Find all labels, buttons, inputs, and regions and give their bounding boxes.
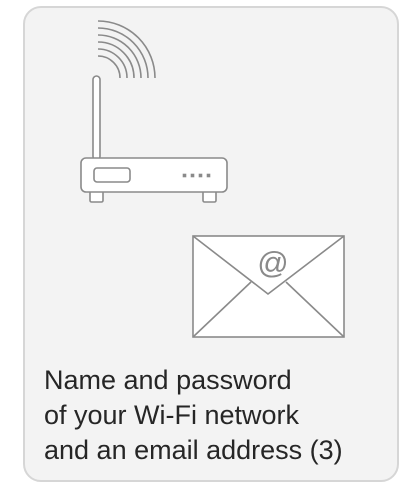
router-icon	[80, 75, 228, 203]
illustration: @	[80, 20, 345, 338]
caption-line-2: of your Wi-Fi network	[44, 400, 300, 430]
at-symbol: @	[257, 245, 288, 280]
wifi-signal-icon	[97, 20, 156, 79]
caption-line-3: and an email address (3)	[44, 435, 343, 465]
caption-text: Name and password of your Wi-Fi network …	[44, 363, 404, 468]
caption-line-1: Name and password	[44, 365, 292, 395]
